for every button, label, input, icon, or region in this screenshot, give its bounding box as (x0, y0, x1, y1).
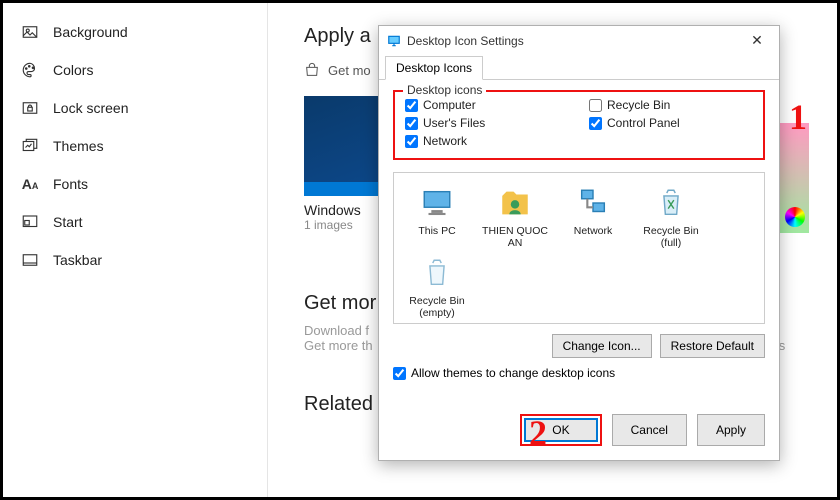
check-users[interactable]: User's Files (405, 116, 569, 130)
recycle-bin-full-icon (653, 185, 689, 221)
icon-item-bin-full[interactable]: Recycle Bin (full) (636, 185, 706, 249)
change-icon-button[interactable]: Change Icon... (552, 334, 652, 358)
fieldset-label: Desktop icons (403, 83, 486, 97)
restore-default-button[interactable]: Restore Default (660, 334, 765, 358)
themes-icon (21, 137, 39, 155)
dialog-tabs: Desktop Icons (379, 55, 779, 80)
icon-preview-panel: This PC THIEN QUOC AN Network Recycle Bi… (393, 172, 765, 324)
annotation-1: 1 (789, 96, 807, 138)
sidebar-item-start[interactable]: Start (3, 203, 267, 241)
picture-icon (21, 23, 39, 41)
check-computer[interactable]: Computer (405, 98, 569, 112)
store-text: Get mo (328, 63, 371, 78)
dialog-footer: 2 OK Cancel Apply (379, 406, 779, 460)
checkbox-recycle[interactable] (589, 99, 602, 112)
sidebar-item-label: Fonts (53, 176, 88, 192)
sidebar-item-label: Taskbar (53, 252, 102, 268)
settings-sidebar: Background Colors Lock screen Themes AA … (3, 3, 268, 497)
checkbox-users[interactable] (405, 117, 418, 130)
recycle-bin-empty-icon (419, 255, 455, 291)
sidebar-item-label: Colors (53, 62, 93, 78)
sidebar-item-label: Background (53, 24, 128, 40)
checkbox-network[interactable] (405, 135, 418, 148)
sidebar-item-colors[interactable]: Colors (3, 51, 267, 89)
tab-desktop-icons[interactable]: Desktop Icons (385, 56, 483, 80)
sidebar-item-label: Lock screen (53, 100, 128, 116)
allow-themes-check[interactable]: Allow themes to change desktop icons (393, 366, 765, 380)
desktop-icon-settings-dialog: Desktop Icon Settings ✕ Desktop Icons De… (378, 25, 780, 461)
sidebar-item-background[interactable]: Background (3, 13, 267, 51)
apply-button[interactable]: Apply (697, 414, 765, 446)
check-control[interactable]: Control Panel (589, 116, 753, 130)
dialog-titlebar[interactable]: Desktop Icon Settings ✕ (379, 26, 779, 55)
icon-item-network[interactable]: Network (558, 185, 628, 249)
close-button[interactable]: ✕ (743, 32, 771, 49)
icon-item-user[interactable]: THIEN QUOC AN (480, 185, 550, 249)
sidebar-item-taskbar[interactable]: Taskbar (3, 241, 267, 279)
icon-item-thispc[interactable]: This PC (402, 185, 472, 249)
sidebar-item-label: Start (53, 214, 83, 230)
checkbox-control[interactable] (589, 117, 602, 130)
checkbox-computer[interactable] (405, 99, 418, 112)
cancel-button[interactable]: Cancel (612, 414, 687, 446)
user-folder-icon (497, 185, 533, 221)
taskbar-icon (21, 251, 39, 269)
sidebar-item-fonts[interactable]: AA Fonts (3, 165, 267, 203)
desktop-icons-fieldset: Desktop icons Computer Recycle Bin User'… (393, 90, 765, 160)
store-icon (304, 62, 320, 78)
sidebar-item-lockscreen[interactable]: Lock screen (3, 89, 267, 127)
fonts-icon: AA (21, 175, 39, 193)
check-network[interactable]: Network (405, 134, 569, 148)
pc-icon (419, 185, 455, 221)
checkbox-allow-themes[interactable] (393, 367, 406, 380)
lock-icon (21, 99, 39, 117)
dialog-title: Desktop Icon Settings (407, 34, 524, 48)
start-icon (21, 213, 39, 231)
annotation-2: 2 (529, 412, 547, 454)
check-recycle[interactable]: Recycle Bin (589, 98, 753, 112)
sidebar-item-themes[interactable]: Themes (3, 127, 267, 165)
theme-preview-strip (779, 123, 809, 233)
monitor-icon (387, 34, 401, 48)
icon-item-bin-empty[interactable]: Recycle Bin (empty) (402, 255, 472, 319)
network-icon (575, 185, 611, 221)
palette-icon (21, 61, 39, 79)
sidebar-item-label: Themes (53, 138, 104, 154)
color-wheel-icon (785, 207, 805, 227)
